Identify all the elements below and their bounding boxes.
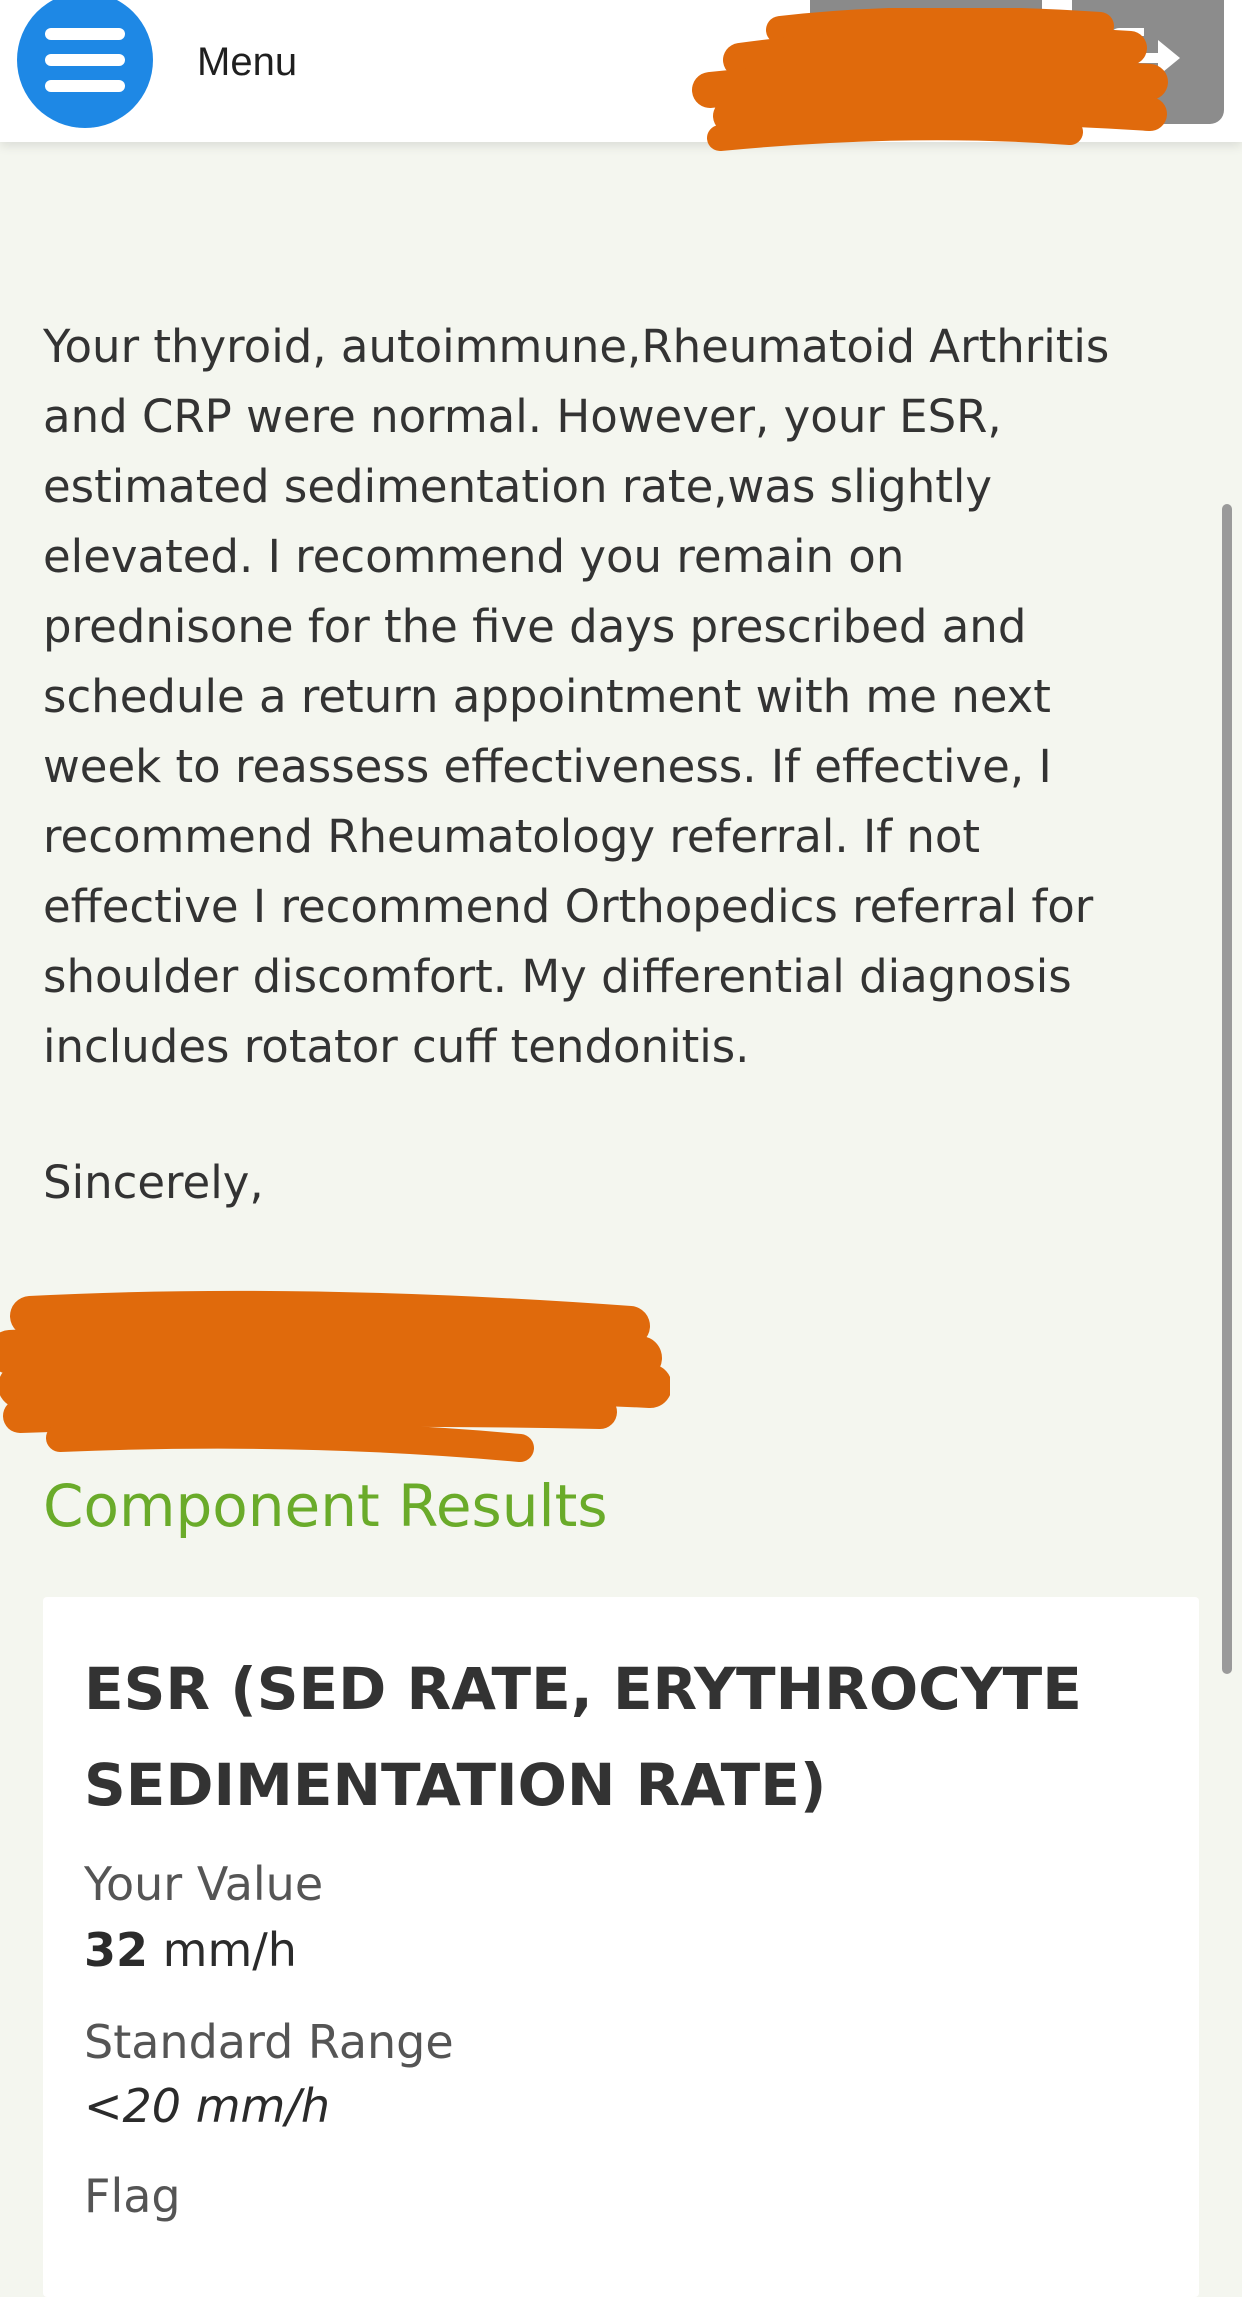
menu-button[interactable] — [17, 0, 153, 128]
menu-label[interactable]: Menu — [197, 40, 297, 85]
message-signoff: Sincerely, — [43, 1156, 264, 1209]
signature-redaction-mark — [0, 1290, 670, 1462]
standard-range-label: Standard Range — [84, 2015, 454, 2069]
component-name: ESR (SED RATE, ERYTHROCYTE SEDIMENTATION… — [84, 1655, 1082, 1819]
your-value-label: Your Value — [84, 1857, 324, 1911]
flag-label: Flag — [84, 2169, 181, 2223]
component-results-heading: Component Results — [43, 1472, 608, 1540]
standard-range-value: <20 mm/h — [84, 2079, 330, 2133]
your-value: 32 mm/h — [84, 1923, 297, 1977]
message-body: Your thyroid, autoimmune,Rheumatoid Arth… — [43, 320, 1110, 1073]
redaction-mark — [692, 8, 1168, 151]
value-unit: mm/h — [148, 1923, 297, 1977]
page-scrollbar[interactable] — [1222, 504, 1232, 1674]
value-number: 32 — [84, 1923, 149, 1977]
top-header: Menu — [0, 0, 1242, 151]
component-result-card: ESR (SED RATE, ERYTHROCYTE SEDIMENTATION… — [43, 1597, 1199, 2297]
